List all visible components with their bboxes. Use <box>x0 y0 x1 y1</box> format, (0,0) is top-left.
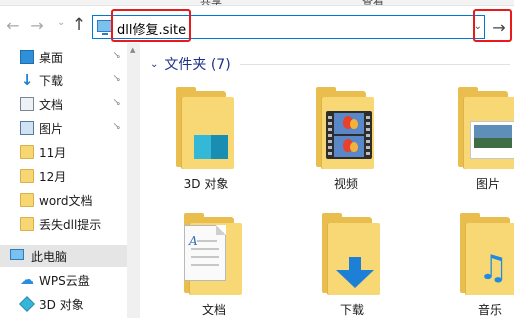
sidebar-item-folder-12[interactable]: 12月 <box>0 165 127 187</box>
folder-tile-3d-objects[interactable]: 3D 对象 <box>160 87 252 197</box>
sidebar-item-label: 图片 <box>39 122 64 136</box>
forward-button[interactable]: → <box>28 15 46 35</box>
folder-icon <box>20 145 34 159</box>
up-button[interactable]: ↑ <box>70 15 88 35</box>
navigation-pane: 桌面 ⊸ ↓ 下载 ⊸ 文档 ⊸ 图片 ⊸ 11月 12月 word文档 丢失d… <box>0 43 140 318</box>
sidebar-item-this-pc[interactable]: 此电脑 <box>0 245 127 267</box>
folder-tile-videos[interactable]: 视频 <box>300 87 392 197</box>
folder-tile-music[interactable]: ♫ 音乐 <box>444 213 514 318</box>
download-icon: ↓ <box>20 71 34 89</box>
this-pc-icon <box>97 20 113 35</box>
sidebar-item-label: 桌面 <box>39 51 64 65</box>
address-input[interactable]: dll修复.site <box>117 19 186 38</box>
sidebar-item-folder-11[interactable]: 11月 <box>0 141 127 163</box>
document-icon <box>20 97 34 111</box>
sidebar-item-label: 此电脑 <box>31 250 68 264</box>
picture-icon <box>20 121 34 135</box>
sidebar-item-missing-dll[interactable]: 丢失dll提示 <box>0 213 127 235</box>
sidebar-item-label: 丢失dll提示 <box>39 218 102 232</box>
folder-label: 文档 <box>201 303 226 317</box>
up-arrow-icon: ↑ <box>71 15 87 35</box>
forward-arrow-icon: → <box>30 15 44 35</box>
pin-icon: ⊸ <box>109 48 124 63</box>
address-bar[interactable]: dll修复.site ⌄ <box>92 15 485 39</box>
folder-icon <box>20 169 34 183</box>
this-pc-icon <box>10 249 24 260</box>
sidebar-item-desktop[interactable]: 桌面 ⊸ <box>0 46 127 68</box>
film-strip-icon <box>326 111 372 159</box>
3d-cube-icon <box>194 125 228 159</box>
sidebar-item-label: 下载 <box>39 74 64 88</box>
sidebar-item-label: 文档 <box>39 98 64 112</box>
folder-tile-documents[interactable]: A 文档 <box>168 213 260 318</box>
folder-label: 音乐 <box>477 303 502 317</box>
ribbon-tab-view[interactable]: 查看 <box>362 0 384 5</box>
ribbon-tab-share[interactable]: 共享 <box>200 0 222 5</box>
download-arrow-icon <box>336 257 374 288</box>
pin-icon: ⊸ <box>109 71 124 86</box>
recent-locations-chevron-icon[interactable]: ⌄ <box>57 17 65 28</box>
ribbon-strip: 共享 查看 <box>0 0 514 6</box>
sidebar-item-3d-objects[interactable]: 3D 对象 <box>0 293 127 315</box>
sidebar-item-label: 11月 <box>39 146 67 160</box>
landscape-photo-icon <box>470 121 514 159</box>
sidebar-item-label: WPS云盘 <box>39 274 90 288</box>
go-button[interactable]: → <box>486 15 512 39</box>
folder-tile-pictures[interactable]: 图片 <box>442 87 514 197</box>
folder-label: 3D 对象 <box>183 177 229 191</box>
music-note-icon: ♫ <box>478 248 509 288</box>
sidebar-item-label: word文档 <box>39 194 93 208</box>
back-button[interactable]: ← <box>4 15 22 35</box>
pin-icon: ⊸ <box>109 119 124 134</box>
sidebar-item-label: 3D 对象 <box>39 298 84 312</box>
sidebar-item-word-docs[interactable]: word文档 <box>0 189 127 211</box>
go-arrow-icon: → <box>492 17 506 37</box>
group-divider <box>240 64 510 65</box>
folder-label: 下载 <box>339 303 364 317</box>
back-arrow-icon: ← <box>6 15 20 35</box>
sidebar-scrollbar[interactable]: ▲ <box>127 43 140 318</box>
folder-tile-downloads[interactable]: 下载 <box>306 213 398 318</box>
content-pane: ⌄ 文件夹 (7) 3D 对象 视频 图片 A 文档 下载 ♫ 音乐 <box>140 43 514 318</box>
folder-label: 视频 <box>333 177 358 191</box>
sidebar-item-label: 12月 <box>39 170 67 184</box>
document-page-icon: A <box>184 225 226 281</box>
folder-label: 图片 <box>475 177 500 191</box>
folder-icon <box>20 193 34 207</box>
sidebar-item-downloads[interactable]: ↓ 下载 ⊸ <box>0 69 127 91</box>
sidebar-item-pictures[interactable]: 图片 ⊸ <box>0 117 127 139</box>
address-dropdown-chevron-icon[interactable]: ⌄ <box>474 21 482 32</box>
collapse-chevron-icon[interactable]: ⌄ <box>150 59 158 70</box>
navigation-bar: ← → ⌄ ↑ dll修复.site ⌄ → <box>0 7 514 43</box>
group-title: 文件夹 (7) <box>164 57 231 73</box>
desktop-icon <box>20 50 34 64</box>
folders-group-header[interactable]: ⌄ 文件夹 (7) <box>150 54 231 74</box>
scroll-up-icon[interactable]: ▲ <box>130 46 135 54</box>
folder-icon <box>20 217 34 231</box>
cloud-icon: ☁ <box>20 272 34 288</box>
pin-icon: ⊸ <box>109 95 124 110</box>
sidebar-item-documents[interactable]: 文档 ⊸ <box>0 93 127 115</box>
3d-objects-icon <box>19 296 35 312</box>
sidebar-item-wps-cloud[interactable]: ☁ WPS云盘 <box>0 269 127 291</box>
